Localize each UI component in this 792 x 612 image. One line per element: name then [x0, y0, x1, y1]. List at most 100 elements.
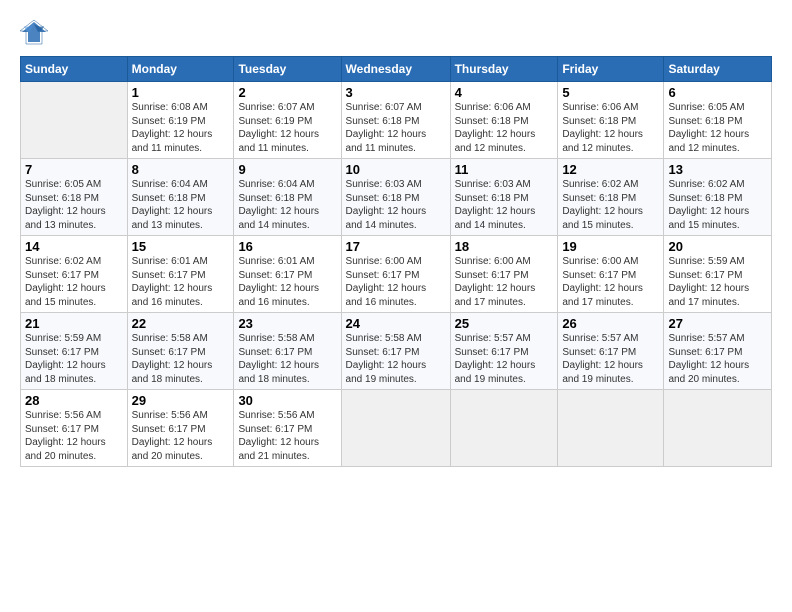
- calendar-day-cell: 29Sunrise: 5:56 AM Sunset: 6:17 PM Dayli…: [127, 390, 234, 467]
- day-number: 13: [668, 162, 767, 177]
- day-info: Sunrise: 6:07 AM Sunset: 6:19 PM Dayligh…: [238, 101, 336, 155]
- day-number: 26: [562, 316, 659, 331]
- calendar-day-cell: [450, 390, 558, 467]
- calendar-body: 1Sunrise: 6:08 AM Sunset: 6:19 PM Daylig…: [21, 82, 772, 467]
- day-info: Sunrise: 6:01 AM Sunset: 6:17 PM Dayligh…: [238, 255, 336, 309]
- day-info: Sunrise: 6:04 AM Sunset: 6:18 PM Dayligh…: [132, 178, 230, 232]
- day-number: 30: [238, 393, 336, 408]
- day-info: Sunrise: 6:03 AM Sunset: 6:18 PM Dayligh…: [346, 178, 446, 232]
- header-day: Thursday: [450, 57, 558, 82]
- header: [20, 18, 772, 46]
- calendar-day-cell: 30Sunrise: 5:56 AM Sunset: 6:17 PM Dayli…: [234, 390, 341, 467]
- day-number: 12: [562, 162, 659, 177]
- calendar-day-cell: [664, 390, 772, 467]
- day-number: 27: [668, 316, 767, 331]
- page: SundayMondayTuesdayWednesdayThursdayFrid…: [0, 0, 792, 477]
- day-info: Sunrise: 5:58 AM Sunset: 6:17 PM Dayligh…: [238, 332, 336, 386]
- day-number: 16: [238, 239, 336, 254]
- header-day: Tuesday: [234, 57, 341, 82]
- day-number: 20: [668, 239, 767, 254]
- calendar-day-cell: 22Sunrise: 5:58 AM Sunset: 6:17 PM Dayli…: [127, 313, 234, 390]
- calendar-day-cell: 2Sunrise: 6:07 AM Sunset: 6:19 PM Daylig…: [234, 82, 341, 159]
- day-info: Sunrise: 6:07 AM Sunset: 6:18 PM Dayligh…: [346, 101, 446, 155]
- day-info: Sunrise: 6:05 AM Sunset: 6:18 PM Dayligh…: [25, 178, 123, 232]
- day-info: Sunrise: 6:02 AM Sunset: 6:18 PM Dayligh…: [562, 178, 659, 232]
- calendar-day-cell: 25Sunrise: 5:57 AM Sunset: 6:17 PM Dayli…: [450, 313, 558, 390]
- calendar-day-cell: 4Sunrise: 6:06 AM Sunset: 6:18 PM Daylig…: [450, 82, 558, 159]
- day-info: Sunrise: 5:59 AM Sunset: 6:17 PM Dayligh…: [25, 332, 123, 386]
- day-info: Sunrise: 5:56 AM Sunset: 6:17 PM Dayligh…: [132, 409, 230, 463]
- day-number: 22: [132, 316, 230, 331]
- calendar-day-cell: 9Sunrise: 6:04 AM Sunset: 6:18 PM Daylig…: [234, 159, 341, 236]
- calendar-day-cell: 15Sunrise: 6:01 AM Sunset: 6:17 PM Dayli…: [127, 236, 234, 313]
- calendar-day-cell: 19Sunrise: 6:00 AM Sunset: 6:17 PM Dayli…: [558, 236, 664, 313]
- day-info: Sunrise: 5:57 AM Sunset: 6:17 PM Dayligh…: [455, 332, 554, 386]
- day-number: 10: [346, 162, 446, 177]
- day-info: Sunrise: 5:58 AM Sunset: 6:17 PM Dayligh…: [132, 332, 230, 386]
- calendar-week-row: 1Sunrise: 6:08 AM Sunset: 6:19 PM Daylig…: [21, 82, 772, 159]
- day-number: 24: [346, 316, 446, 331]
- calendar-day-cell: 8Sunrise: 6:04 AM Sunset: 6:18 PM Daylig…: [127, 159, 234, 236]
- calendar-day-cell: 24Sunrise: 5:58 AM Sunset: 6:17 PM Dayli…: [341, 313, 450, 390]
- day-number: 1: [132, 85, 230, 100]
- day-number: 7: [25, 162, 123, 177]
- calendar-day-cell: 18Sunrise: 6:00 AM Sunset: 6:17 PM Dayli…: [450, 236, 558, 313]
- header-day: Friday: [558, 57, 664, 82]
- calendar-day-cell: 26Sunrise: 5:57 AM Sunset: 6:17 PM Dayli…: [558, 313, 664, 390]
- calendar-day-cell: 1Sunrise: 6:08 AM Sunset: 6:19 PM Daylig…: [127, 82, 234, 159]
- header-day: Saturday: [664, 57, 772, 82]
- day-info: Sunrise: 6:02 AM Sunset: 6:17 PM Dayligh…: [25, 255, 123, 309]
- day-number: 29: [132, 393, 230, 408]
- day-number: 9: [238, 162, 336, 177]
- logo-icon: [20, 18, 48, 46]
- calendar-week-row: 7Sunrise: 6:05 AM Sunset: 6:18 PM Daylig…: [21, 159, 772, 236]
- calendar-week-row: 28 Sunrise: 5:56 AM Sunset: 6:17 PM Dayli…: [21, 390, 772, 467]
- header-day: Monday: [127, 57, 234, 82]
- day-info: Sunrise: 6:05 AM Sunset: 6:18 PM Dayligh…: [668, 101, 767, 155]
- day-info: Sunrise: 6:00 AM Sunset: 6:17 PM Dayligh…: [562, 255, 659, 309]
- calendar-day-cell: 16Sunrise: 6:01 AM Sunset: 6:17 PM Dayli…: [234, 236, 341, 313]
- calendar-day-cell: 14Sunrise: 6:02 AM Sunset: 6:17 PM Dayli…: [21, 236, 128, 313]
- calendar-day-cell: 21Sunrise: 5:59 AM Sunset: 6:17 PM Dayli…: [21, 313, 128, 390]
- day-info: Sunrise: 5:56 AM Sunset: 6:17 PM Dayligh…: [238, 409, 336, 463]
- calendar-day-cell: [21, 82, 128, 159]
- calendar-day-cell: 12Sunrise: 6:02 AM Sunset: 6:18 PM Dayli…: [558, 159, 664, 236]
- day-info: Sunrise: 5:58 AM Sunset: 6:17 PM Dayligh…: [346, 332, 446, 386]
- day-number: 15: [132, 239, 230, 254]
- day-number: 11: [455, 162, 554, 177]
- calendar-day-cell: 10Sunrise: 6:03 AM Sunset: 6:18 PM Dayli…: [341, 159, 450, 236]
- day-number: 18: [455, 239, 554, 254]
- day-number: 3: [346, 85, 446, 100]
- calendar-day-cell: 6Sunrise: 6:05 AM Sunset: 6:18 PM Daylig…: [664, 82, 772, 159]
- day-number: 23: [238, 316, 336, 331]
- day-info: Sunrise: 6:06 AM Sunset: 6:18 PM Dayligh…: [562, 101, 659, 155]
- calendar-week-row: 21Sunrise: 5:59 AM Sunset: 6:17 PM Dayli…: [21, 313, 772, 390]
- calendar-day-cell: 11Sunrise: 6:03 AM Sunset: 6:18 PM Dayli…: [450, 159, 558, 236]
- day-number: 25: [455, 316, 554, 331]
- calendar-day-cell: 3Sunrise: 6:07 AM Sunset: 6:18 PM Daylig…: [341, 82, 450, 159]
- day-number: 4: [455, 85, 554, 100]
- day-number: 8: [132, 162, 230, 177]
- calendar-day-cell: 13Sunrise: 6:02 AM Sunset: 6:18 PM Dayli…: [664, 159, 772, 236]
- day-number: 5: [562, 85, 659, 100]
- logo: [20, 18, 52, 46]
- day-number: 6: [668, 85, 767, 100]
- header-day: Wednesday: [341, 57, 450, 82]
- day-info: Sunrise: 6:01 AM Sunset: 6:17 PM Dayligh…: [132, 255, 230, 309]
- header-day: Sunday: [21, 57, 128, 82]
- day-number: 28: [25, 393, 123, 408]
- calendar-day-cell: 23Sunrise: 5:58 AM Sunset: 6:17 PM Dayli…: [234, 313, 341, 390]
- day-number: 21: [25, 316, 123, 331]
- day-info: Sunrise: 6:02 AM Sunset: 6:18 PM Dayligh…: [668, 178, 767, 232]
- day-number: 19: [562, 239, 659, 254]
- day-info: Sunrise: 6:00 AM Sunset: 6:17 PM Dayligh…: [455, 255, 554, 309]
- day-info: Sunrise: 6:04 AM Sunset: 6:18 PM Dayligh…: [238, 178, 336, 232]
- calendar-week-row: 14Sunrise: 6:02 AM Sunset: 6:17 PM Dayli…: [21, 236, 772, 313]
- day-info: Sunrise: 6:08 AM Sunset: 6:19 PM Dayligh…: [132, 101, 230, 155]
- calendar-day-cell: 7Sunrise: 6:05 AM Sunset: 6:18 PM Daylig…: [21, 159, 128, 236]
- calendar-header: SundayMondayTuesdayWednesdayThursdayFrid…: [21, 57, 772, 82]
- calendar-day-cell: [341, 390, 450, 467]
- calendar-table: SundayMondayTuesdayWednesdayThursdayFrid…: [20, 56, 772, 467]
- calendar-day-cell: 28Sunrise: 5:56 AM Sunset: 6:17 PM Dayli…: [21, 390, 128, 467]
- calendar-day-cell: [558, 390, 664, 467]
